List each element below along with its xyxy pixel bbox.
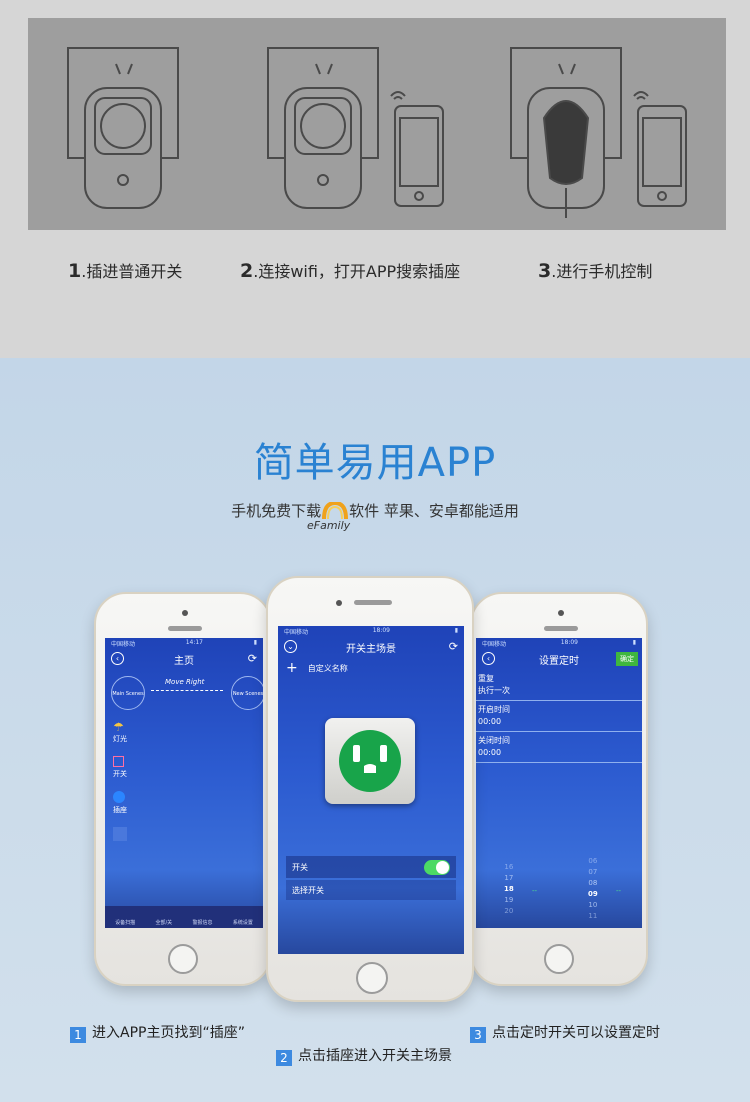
repeat-row[interactable]: 重复 执行一次 bbox=[476, 670, 642, 701]
outlet-plugged-phone-icon bbox=[510, 47, 687, 218]
caption-3: 3 点击定时开关可以设置定时 bbox=[470, 1022, 660, 1043]
home-button[interactable] bbox=[544, 944, 574, 974]
device-list: ☂ 灯光 开关 插座 bbox=[105, 720, 263, 841]
status-bar: 中国移动 18:09 ▮ bbox=[284, 627, 458, 636]
tab-settings[interactable]: 系统设置 bbox=[233, 919, 253, 926]
caption-2: 2 点击插座进入开关主场景 bbox=[276, 1045, 452, 1066]
switch-icon bbox=[113, 756, 124, 767]
step-2-caption: 2.连接wifi，打开APP搜索插座 bbox=[240, 260, 461, 282]
refresh-icon[interactable]: ⟳ bbox=[248, 652, 257, 665]
phone-center-screen: 中国移动 18:09 ▮ ⌄ 开关主场景 ⟳ + 自定义名称 开关 选择开关 bbox=[278, 626, 464, 954]
minute-indicator: -- bbox=[616, 887, 622, 895]
nav-bar: ‹ 主页 ⟳ bbox=[105, 648, 263, 670]
install-steps-section: 1.插进普通开关 2.连接wifi，打开APP搜索插座 3.进行手机控制 bbox=[0, 0, 750, 358]
sync-icon[interactable]: ⟳ bbox=[449, 640, 458, 653]
back-icon[interactable]: ‹ bbox=[482, 652, 495, 665]
caption-3-badge: 3 bbox=[470, 1027, 486, 1043]
phone-left: 中国移动 14:17 ▮ ‹ 主页 ⟳ Main Scenes Move Right… bbox=[94, 592, 272, 986]
phone-center: 中国移动 18:09 ▮ ⌄ 开关主场景 ⟳ + 自定义名称 开关 选择开关 bbox=[266, 576, 474, 1002]
camera-icon bbox=[182, 610, 188, 616]
hour-indicator: -- bbox=[532, 887, 538, 895]
switch-label: 开关 bbox=[292, 862, 308, 872]
subline-before: 手机免费下载 bbox=[231, 502, 322, 520]
phone-right-screen: 中国移动 18:09 ▮ ‹ 设置定时 确定 重复 执行一次 开启时间 00:00 关闭… bbox=[476, 638, 642, 928]
tab-scan[interactable]: 设备扫描 bbox=[115, 919, 135, 926]
status-bar: 中国移动 18:09 ▮ bbox=[482, 639, 636, 648]
lamp-icon: ☂ bbox=[113, 720, 124, 734]
tab-all-off[interactable]: 全部/关 bbox=[155, 919, 172, 926]
timer-settings: 重复 执行一次 开启时间 00:00 关闭时间 00:00 bbox=[476, 670, 642, 763]
off-time-row[interactable]: 关闭时间 00:00 bbox=[476, 732, 642, 763]
time-picker[interactable]: 16 17 18 19 20 -- 06 07 08 09 10 11 -- bbox=[476, 857, 642, 928]
screen-title: 设置定时 bbox=[539, 655, 579, 667]
phone-right: 中国移动 18:09 ▮ ‹ 设置定时 确定 重复 执行一次 开启时间 00:00 关闭… bbox=[470, 592, 648, 986]
scene-new-button[interactable]: New Scenes bbox=[231, 676, 263, 710]
back-icon[interactable]: ‹ bbox=[111, 652, 124, 665]
hour-picker[interactable]: 16 17 18 19 20 bbox=[504, 862, 514, 917]
nav-bar: ⌄ 开关主场景 ⟳ bbox=[278, 636, 464, 658]
headline: 简单易用APP bbox=[253, 440, 497, 486]
home-button[interactable] bbox=[356, 962, 388, 994]
device-socket[interactable]: 插座 bbox=[113, 791, 263, 815]
caption-1-badge: 1 bbox=[70, 1027, 86, 1043]
dashed-arrow bbox=[151, 690, 223, 691]
install-illustration bbox=[67, 47, 687, 218]
subline: 手机免费下载 软件 苹果、安卓都能适用 bbox=[0, 500, 750, 521]
select-switch-row[interactable]: 选择开关 bbox=[286, 880, 456, 900]
placeholder-device bbox=[113, 827, 127, 841]
screen-title: 主页 bbox=[174, 655, 194, 667]
phone-left-screen: 中国移动 14:17 ▮ ‹ 主页 ⟳ Main Scenes Move Right… bbox=[105, 638, 263, 928]
subline-after: 软件 苹果、安卓都能适用 bbox=[349, 502, 519, 520]
socket-icon bbox=[113, 791, 125, 803]
outlet-with-plug-icon bbox=[267, 47, 444, 209]
add-icon[interactable]: + bbox=[286, 660, 298, 676]
efamily-logo-text: eFamily bbox=[307, 519, 351, 532]
nav-bar: ‹ 设置定时 确定 bbox=[476, 648, 642, 670]
caption-2-badge: 2 bbox=[276, 1050, 292, 1066]
step-1-caption: 1.插进普通开关 bbox=[68, 260, 183, 282]
camera-icon bbox=[336, 600, 342, 606]
dropdown-icon[interactable]: ⌄ bbox=[284, 640, 297, 653]
select-switch-label: 选择开关 bbox=[292, 885, 324, 895]
status-bar: 中国移动 14:17 ▮ bbox=[111, 639, 257, 648]
install-illustration-panel bbox=[28, 18, 726, 230]
custom-name-label: 自定义名称 bbox=[307, 663, 348, 673]
home-button[interactable] bbox=[168, 944, 198, 974]
camera-icon bbox=[558, 610, 564, 616]
switch-toggle[interactable] bbox=[424, 859, 450, 875]
wall-outlet-icon bbox=[67, 47, 179, 209]
earpiece bbox=[168, 626, 202, 631]
scene-main-button[interactable]: Main Scenes bbox=[111, 676, 145, 710]
scene-row: Main Scenes Move Right New Scenes bbox=[105, 670, 263, 720]
screen-title: 开关主场景 bbox=[346, 643, 396, 655]
device-light[interactable]: ☂ 灯光 bbox=[113, 720, 263, 744]
switch-row: 开关 bbox=[286, 856, 456, 878]
step-3-caption: 3.进行手机控制 bbox=[538, 260, 653, 282]
efamily-logo-icon bbox=[321, 500, 349, 520]
on-time-row[interactable]: 开启时间 00:00 bbox=[476, 701, 642, 732]
earpiece bbox=[544, 626, 578, 631]
tab-alarm[interactable]: 警报信息 bbox=[192, 919, 212, 926]
tab-bar: 设备扫描 全部/关 警报信息 系统设置 bbox=[105, 906, 263, 928]
minute-picker[interactable]: 06 07 08 09 10 11 bbox=[588, 856, 598, 922]
socket-device-icon[interactable] bbox=[325, 718, 415, 804]
caption-1: 1 进入APP主页找到“插座” bbox=[70, 1022, 245, 1043]
earpiece bbox=[354, 600, 392, 605]
device-switch[interactable]: 开关 bbox=[113, 756, 263, 779]
custom-name-row[interactable]: + 自定义名称 bbox=[278, 658, 464, 678]
move-right-label: Move Right bbox=[165, 678, 205, 686]
confirm-button[interactable]: 确定 bbox=[616, 652, 638, 666]
